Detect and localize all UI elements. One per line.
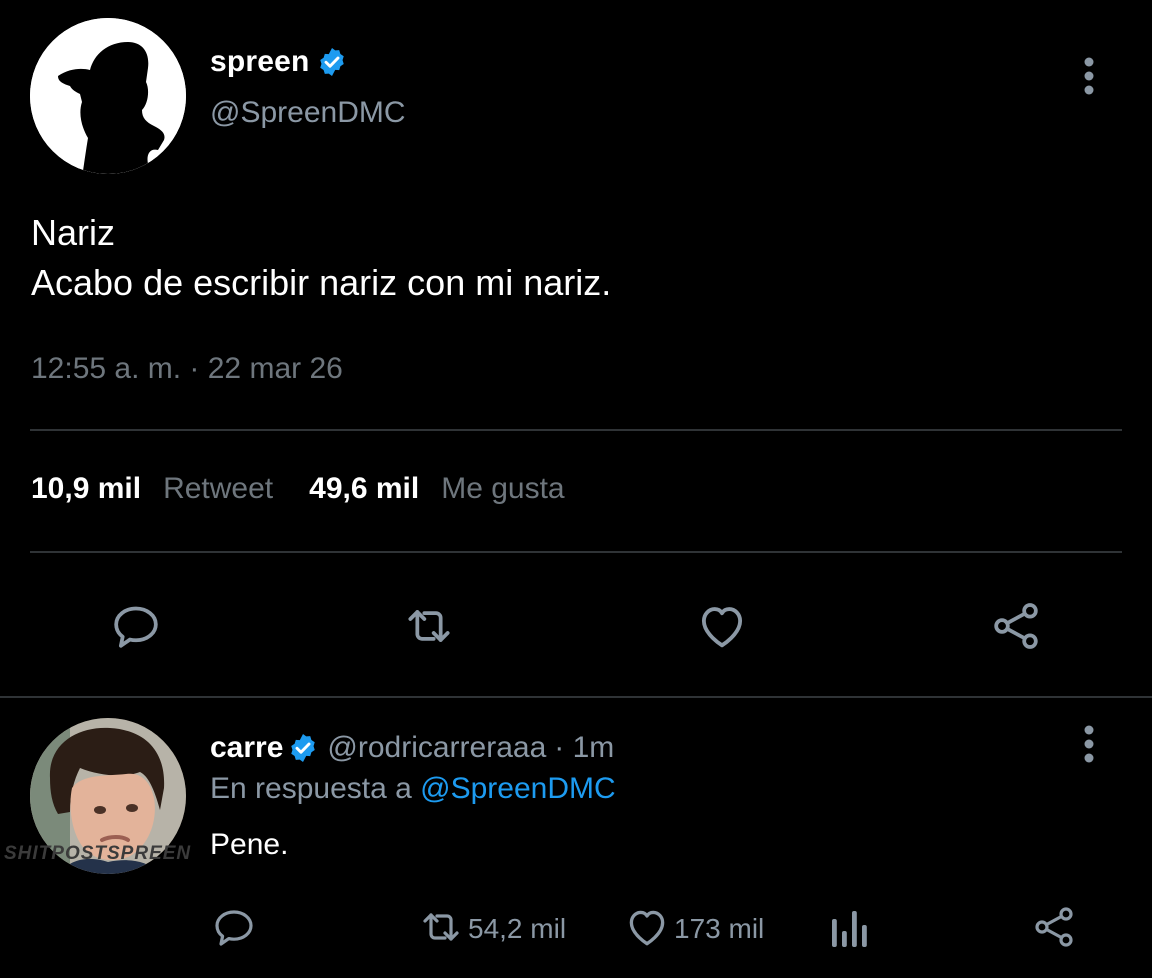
tweet-stats: 10,9 mil Retweet 49,6 mil Me gusta: [31, 472, 565, 506]
reply-icon[interactable]: [106, 596, 166, 656]
heart-icon[interactable]: [622, 902, 672, 957]
more-options-icon[interactable]: [1074, 56, 1104, 96]
silhouette-avatar-image: [30, 18, 186, 174]
retweet-icon[interactable]: [399, 596, 459, 656]
reply-likes-count: 173 mil: [674, 913, 765, 944]
in-reply-to-prefix: En respuesta a: [210, 772, 412, 805]
more-options-icon[interactable]: [1074, 724, 1104, 764]
likes-count[interactable]: 49,6 mil: [309, 472, 419, 506]
retweets-count[interactable]: 10,9 mil: [31, 472, 141, 506]
divider: [30, 551, 1122, 553]
tweet-text: Nariz Acabo de escribir nariz con mi nar…: [31, 208, 611, 308]
likes-label[interactable]: Me gusta: [441, 472, 564, 506]
divider: [30, 429, 1122, 431]
reply-retweet-button[interactable]: 54,2 mil: [416, 904, 566, 954]
reply-time-ago: · 1m: [554, 731, 615, 764]
in-reply-to: En respuesta a @SpreenDMC: [210, 772, 616, 806]
watermark-text: SHITPOSTSPREEN: [4, 843, 192, 864]
tweet-timestamp[interactable]: 12:55 a. m. · 22 mar 26: [31, 352, 343, 386]
tweet-text-line1: Nariz: [31, 212, 116, 253]
reply-text: Pene.: [210, 828, 289, 861]
in-reply-to-link[interactable]: @SpreenDMC: [420, 772, 616, 805]
reply-analytics-button[interactable]: [826, 904, 870, 954]
tweet-text-line2: Acabo de escribir nariz con mi nariz.: [31, 262, 612, 303]
reply-icon[interactable]: [210, 903, 258, 956]
verified-badge-icon: [316, 46, 348, 78]
share-icon[interactable]: [986, 596, 1046, 656]
reply-header: carre @rodricarreraaa · 1m: [210, 728, 614, 768]
share-icon[interactable]: [1030, 903, 1078, 956]
author-avatar[interactable]: [30, 18, 186, 174]
reply-retweets-count: 54,2 mil: [468, 913, 567, 944]
tweet-separator: [0, 696, 1152, 698]
author-name-row: spreen: [210, 40, 348, 84]
author-handle[interactable]: @SpreenDMC: [210, 96, 406, 130]
retweet-icon[interactable]: [416, 903, 466, 956]
verified-badge-icon: [287, 732, 319, 764]
reply-like-button[interactable]: 173 mil: [622, 904, 764, 954]
author-display-name[interactable]: spreen: [210, 45, 310, 79]
reply-share-button[interactable]: [1030, 904, 1078, 954]
reply-reply-button[interactable]: [210, 904, 258, 954]
retweets-label[interactable]: Retweet: [163, 472, 273, 506]
analytics-icon[interactable]: [826, 903, 870, 956]
reply-author-handle[interactable]: @rodricarreraaa: [327, 731, 546, 765]
reply-author-name[interactable]: carre: [210, 731, 283, 765]
heart-icon[interactable]: [692, 596, 752, 656]
